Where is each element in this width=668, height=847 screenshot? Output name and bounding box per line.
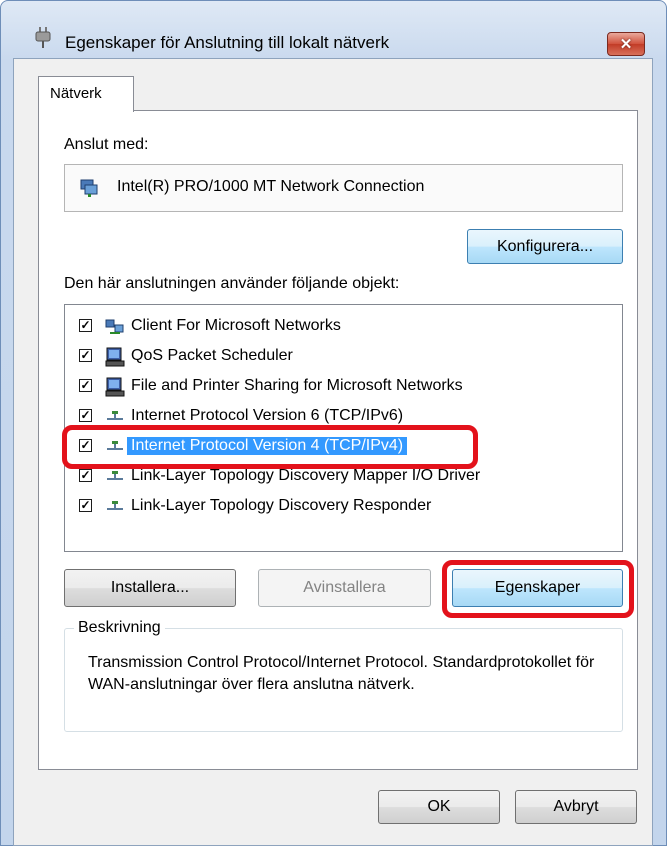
list-item-label: QoS Packet Scheduler (131, 347, 293, 364)
computer-service-icon (105, 377, 125, 397)
tab-network[interactable]: Nätverk (38, 76, 134, 112)
network-adapter-icon (80, 179, 98, 197)
description-text: Transmission Control Protocol/Internet P… (88, 654, 595, 693)
tab-network-label: Nätverk (50, 85, 102, 102)
list-item-label: File and Printer Sharing for Microsoft N… (131, 377, 463, 394)
highlight-properties (442, 560, 634, 618)
list-item[interactable]: ✓ QoS Packet Scheduler (79, 345, 599, 369)
checkbox[interactable]: ✓ (79, 349, 92, 362)
list-item[interactable]: ✓ Client For Microsoft Networks (79, 315, 599, 339)
components-label: Den här anslutningen använder följande o… (64, 275, 400, 292)
checkbox[interactable]: ✓ (79, 379, 92, 392)
configure-button[interactable]: Konfigurera... (467, 229, 623, 264)
checkbox[interactable]: ✓ (79, 499, 92, 512)
close-icon: ✕ (619, 36, 633, 53)
list-item-label: Internet Protocol Version 6 (TCP/IPv6) (131, 407, 404, 424)
uninstall-button[interactable]: Avinstallera (258, 569, 431, 607)
computer-service-icon (105, 347, 125, 367)
protocol-icon (107, 471, 123, 480)
list-item[interactable]: ✓ File and Printer Sharing for Microsoft… (79, 375, 599, 399)
description-title: Beskrivning (74, 619, 165, 637)
checkbox[interactable]: ✓ (79, 319, 92, 332)
network-client-icon (105, 319, 124, 334)
connect-using-label: Anslut med: (64, 136, 149, 153)
close-button[interactable]: ✕ (607, 32, 645, 56)
checkbox[interactable]: ✓ (79, 409, 92, 422)
cancel-button[interactable]: Avbryt (515, 790, 637, 824)
install-button[interactable]: Installera... (64, 569, 236, 607)
checkbox[interactable]: ✓ (79, 469, 92, 482)
protocol-icon (107, 501, 123, 510)
list-item-label: Client For Microsoft Networks (131, 317, 341, 334)
adapter-name: Intel(R) PRO/1000 MT Network Connection (117, 178, 425, 195)
title-bar[interactable]: Egenskaper för Anslutning till lokalt nä… (1, 1, 666, 59)
ok-button[interactable]: OK (378, 790, 500, 824)
list-item[interactable]: ✓ Link-Layer Topology Discovery Responde… (79, 495, 599, 519)
highlight-ipv4 (62, 425, 478, 469)
network-plug-icon (35, 27, 51, 48)
list-item-label: Link-Layer Topology Discovery Mapper I/O… (131, 467, 481, 484)
adapter-field: Intel(R) PRO/1000 MT Network Connection (64, 164, 623, 212)
window-title: Egenskaper för Anslutning till lokalt nä… (65, 33, 390, 52)
list-item-label: Link-Layer Topology Discovery Responder (131, 497, 432, 514)
protocol-icon (107, 411, 123, 420)
